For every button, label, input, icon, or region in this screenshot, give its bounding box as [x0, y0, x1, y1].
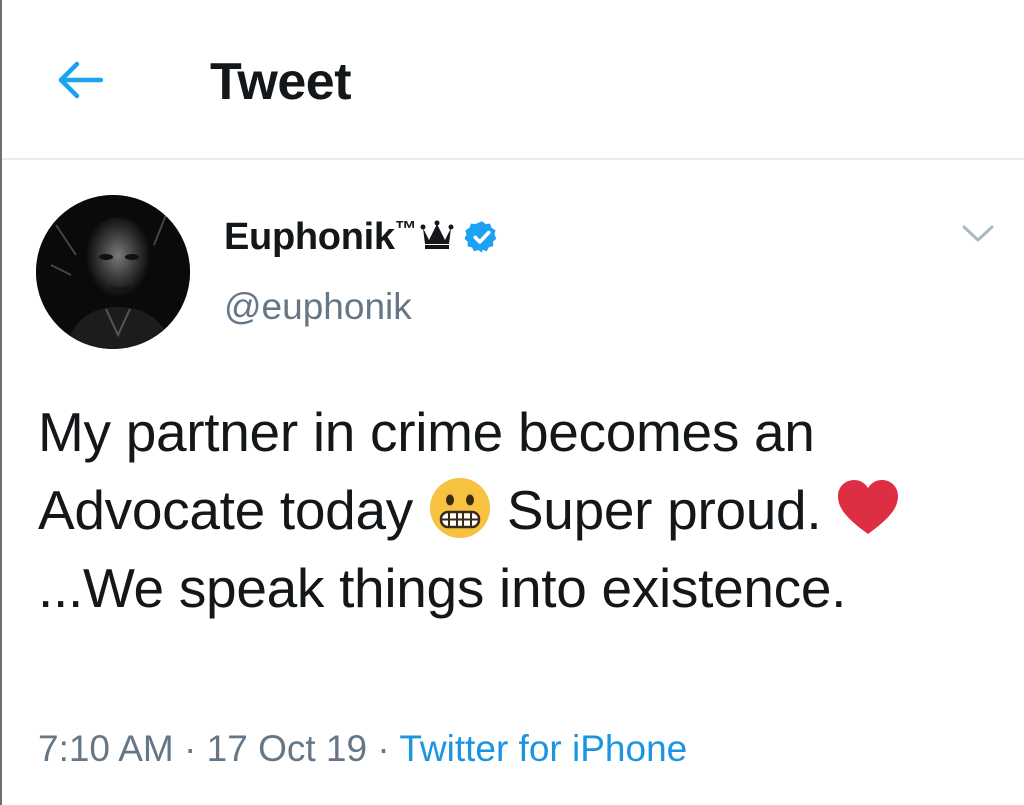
- tweet-text-part: Super proud.: [491, 479, 837, 541]
- grimacing-face-emoji: [429, 478, 490, 539]
- avatar-image: [36, 195, 190, 349]
- tweet-page: Tweet Euphonik ™ @euphonik My partner in…: [0, 0, 1024, 805]
- page-title: Tweet: [210, 53, 352, 111]
- chevron-down-icon: [962, 225, 994, 242]
- red-heart-emoji: [838, 480, 899, 535]
- tweet-text: My partner in crime becomes an Advocate …: [38, 393, 998, 627]
- display-name: Euphonik: [224, 215, 395, 258]
- arrow-left-icon: [58, 61, 103, 99]
- tweet-date: 17 Oct 19: [206, 728, 368, 769]
- separator-dot: ·: [367, 728, 400, 769]
- avatar[interactable]: [36, 195, 190, 349]
- top-bar: Tweet: [2, 0, 1024, 160]
- trademark-mark: ™: [394, 216, 417, 241]
- back-button[interactable]: [52, 52, 108, 108]
- separator-dot: ·: [173, 728, 207, 769]
- tweet-source-link[interactable]: Twitter for iPhone: [399, 728, 687, 769]
- username-handle[interactable]: @euphonik: [224, 285, 412, 329]
- verified-badge-icon: [464, 221, 497, 253]
- tweet-text-part: ...We speak things into existence.: [38, 557, 847, 619]
- display-name-row[interactable]: Euphonik ™: [224, 212, 500, 262]
- tweet-time: 7:10 AM: [38, 728, 174, 769]
- tweet-metadata: 7:10 AM · 17 Oct 19 · Twitter for iPhone: [38, 727, 687, 771]
- more-options-button[interactable]: [958, 218, 998, 250]
- crown-icon: [420, 220, 454, 249]
